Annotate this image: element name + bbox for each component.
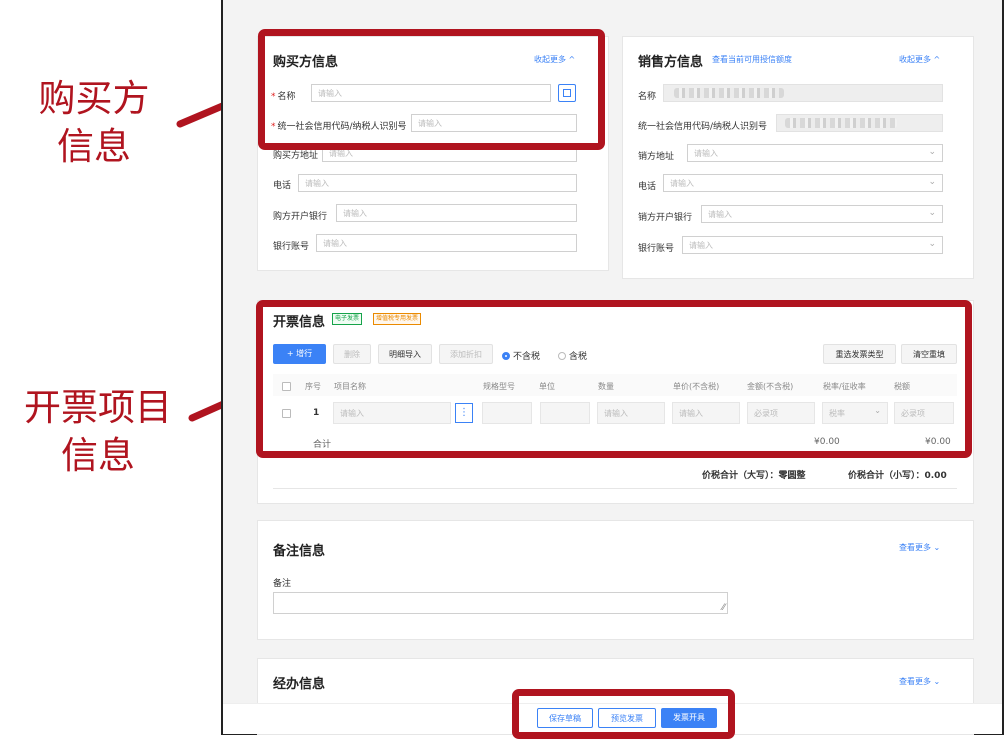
seller-name-input <box>663 84 943 102</box>
chevron-down-icon: ⌄ <box>928 239 936 249</box>
total-upper: 价税合计（大写）：零圆整 <box>702 471 806 481</box>
resize-handle-icon[interactable]: ⁄⁄ <box>722 603 725 613</box>
remarks-label: 备注 <box>273 579 292 589</box>
buyer-phone-input[interactable]: 请输入 <box>298 174 577 192</box>
buyer-account-input[interactable]: 请输入 <box>316 234 577 252</box>
divider <box>273 488 957 489</box>
seller-credit-link[interactable]: 查看当前可用授信额度 <box>712 54 792 65</box>
total-lower: 价税合计（小写）：0.00 <box>848 471 947 481</box>
handler-more-link[interactable]: 查看更多 ⌄ <box>899 676 940 687</box>
seller-address-input[interactable]: 请输入 ⌄ <box>687 144 943 162</box>
footer-highlight-box <box>512 689 735 739</box>
buyer-bank-input[interactable]: 请输入 <box>336 204 577 222</box>
buyer-phone-label: 电话 <box>273 181 292 191</box>
seller-bank-input[interactable]: 请输入 ⌄ <box>701 205 943 223</box>
remarks-title: 备注信息 <box>273 544 326 559</box>
remarks-more-link[interactable]: 查看更多 ⌄ <box>899 542 940 553</box>
items-highlight-box <box>256 300 972 458</box>
seller-collapse-link[interactable]: 收起更多 ^ <box>899 54 940 65</box>
seller-address-label: 销方地址 <box>638 152 675 162</box>
seller-account-input[interactable]: 请输入 ⌄ <box>682 236 943 254</box>
buyer-account-label: 银行账号 <box>273 242 310 252</box>
buyer-highlight-box <box>258 29 605 150</box>
chevron-down-icon: ⌄ <box>928 208 936 218</box>
seller-taxid-input <box>776 114 943 132</box>
seller-name-label: 名称 <box>638 92 657 102</box>
seller-title: 销售方信息 <box>638 55 704 70</box>
buyer-bank-label: 购方开户银行 <box>273 212 328 222</box>
seller-phone-label: 电话 <box>638 182 657 192</box>
seller-bank-label: 销方开户银行 <box>638 213 693 223</box>
handler-title: 经办信息 <box>273 677 326 692</box>
chevron-down-icon: ⌄ <box>928 177 936 187</box>
chevron-down-icon: ⌄ <box>928 147 936 157</box>
seller-taxid-label: 统一社会信用代码/纳税人识别号 <box>638 122 768 132</box>
remarks-textarea[interactable]: ⁄⁄ <box>273 592 728 614</box>
remarks-card <box>257 520 974 640</box>
seller-phone-input[interactable]: 请输入 ⌄ <box>663 174 943 192</box>
seller-account-label: 银行账号 <box>638 244 675 254</box>
